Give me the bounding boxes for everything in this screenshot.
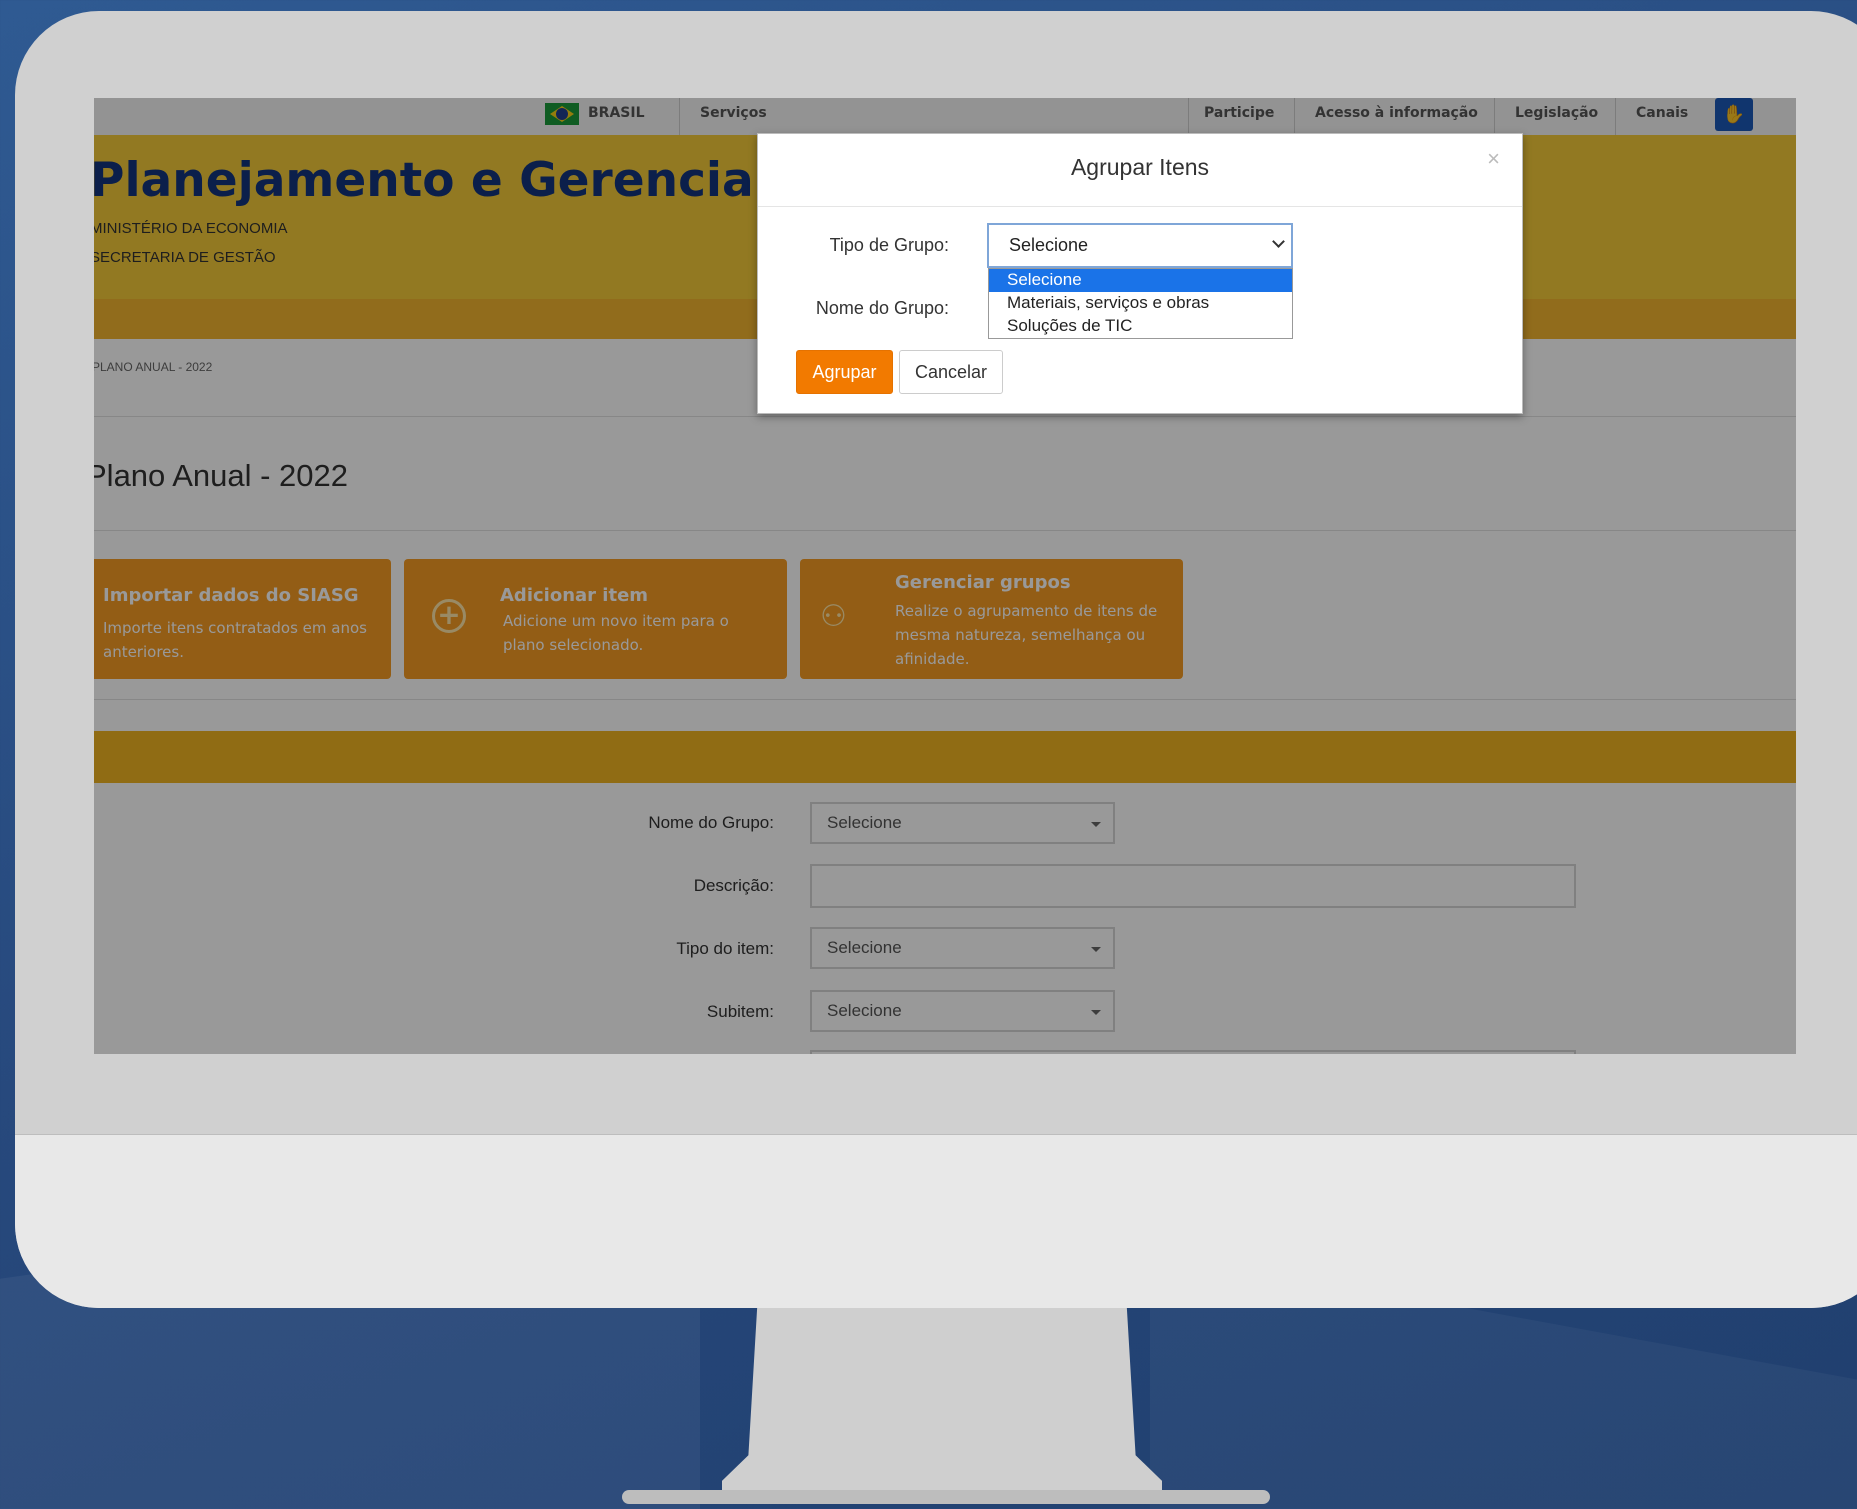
group-type-label: Tipo de Grupo: [829, 235, 949, 255]
monitor-stand-base [622, 1490, 1270, 1504]
divider [758, 206, 1522, 207]
dropdown-option[interactable]: Soluções de TIC [989, 315, 1292, 338]
modal-group-name-label: Nome do Grupo: [815, 298, 949, 318]
select-value: Selecione [1009, 235, 1089, 255]
group-type-dropdown: Selecione Materiais, serviços e obras So… [988, 268, 1293, 339]
monitor-chin [15, 1134, 1857, 1308]
chevron-down-icon [1272, 235, 1285, 248]
cancel-button[interactable]: Cancelar [899, 350, 1003, 394]
dropdown-option[interactable]: Materiais, serviços e obras [989, 292, 1292, 315]
browser-screen: BRASIL Serviços Participe Acesso à infor… [94, 98, 1796, 1054]
monitor-stand [722, 1307, 1162, 1497]
group-type-select[interactable]: Selecione [987, 223, 1293, 268]
group-items-modal: Agrupar Itens × Tipo de Grupo: Selecione… [757, 133, 1523, 414]
modal-title: Agrupar Itens [1070, 154, 1210, 180]
close-icon[interactable]: × [1487, 146, 1500, 172]
dropdown-option-selected[interactable]: Selecione [989, 269, 1292, 292]
group-button[interactable]: Agrupar [796, 350, 893, 394]
